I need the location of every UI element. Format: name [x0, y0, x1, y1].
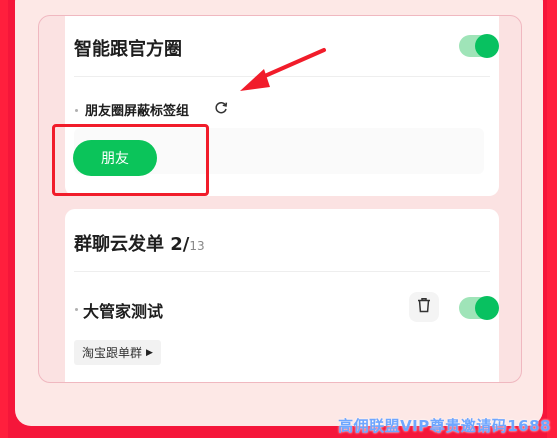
background-strip-right: [547, 0, 557, 438]
bullet-dot: [75, 308, 78, 311]
annotation-highlight-box: [52, 124, 209, 196]
cloud-order-toggle[interactable]: [459, 296, 499, 320]
toggle-knob: [475, 34, 499, 58]
chip-label: 淘宝跟单群: [82, 346, 143, 360]
group-total-count: 13: [189, 239, 205, 253]
delete-button[interactable]: [409, 292, 439, 322]
official-circle-toggle[interactable]: [459, 34, 499, 58]
card-title: 智能跟官方圈: [74, 39, 182, 60]
refresh-icon[interactable]: [213, 100, 229, 116]
annotation-arrow-icon: [240, 48, 326, 91]
background-strip-left: [0, 0, 8, 438]
trash-icon: [417, 297, 431, 317]
triangle-right-icon: ▶: [146, 347, 153, 358]
watermark: 高佣联盟VIP尊贵邀请码1688: [338, 417, 551, 435]
bullet-dot: [75, 109, 78, 112]
group-name-label: 大管家测试: [83, 302, 164, 321]
card-title: 群聊云发单 2/13: [74, 230, 205, 256]
group-card-cloud-order: 群聊云发单 2/13 大管家测试 淘宝跟单群 ▶: [65, 209, 499, 382]
card-title-text: 群聊云发单 2/: [74, 234, 190, 255]
toggle-knob: [475, 296, 499, 320]
group-type-select[interactable]: 淘宝跟单群 ▶: [74, 340, 161, 365]
moments-block-tag-label: 朋友圈屏蔽标签组: [85, 104, 190, 119]
divider: [74, 271, 490, 272]
